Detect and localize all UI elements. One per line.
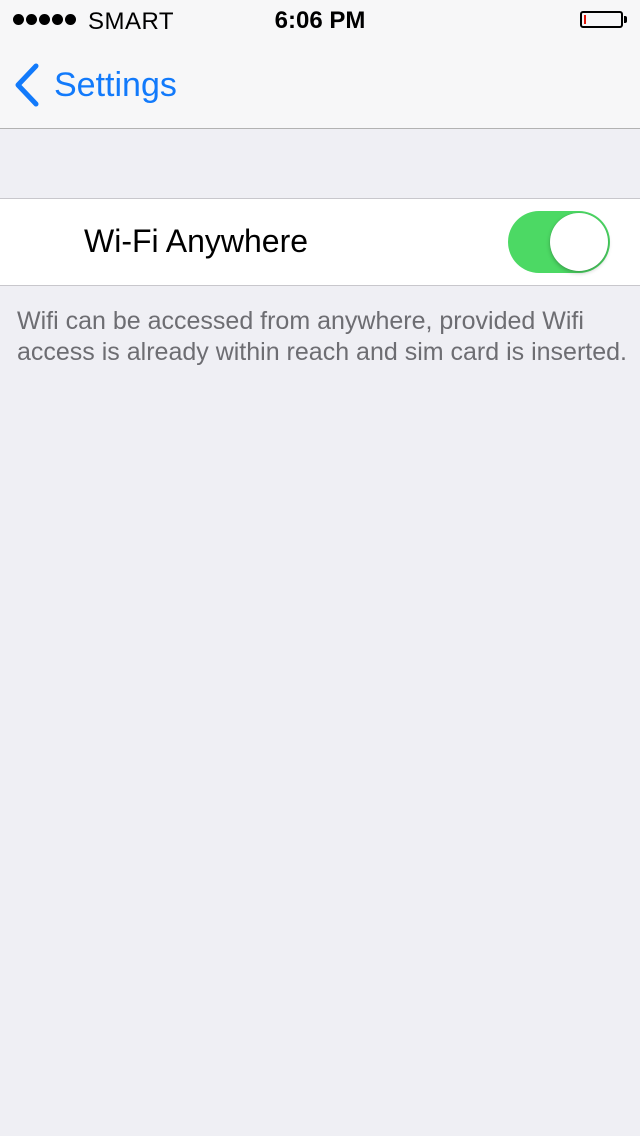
settings-footer-note: Wifi can be accessed from anywhere, prov…: [17, 307, 627, 366]
status-time: 6:06 PM: [274, 7, 366, 34]
battery-level: [584, 15, 586, 24]
navigation-bar: Settings: [0, 40, 640, 128]
back-button-label: Settings: [54, 65, 177, 104]
wifi-anywhere-label: Wi-Fi Anywhere: [84, 223, 309, 259]
settings-group: Wi-Fi Anywhere: [0, 198, 640, 286]
top-chrome: SMART 6:06 PM Settings: [0, 0, 640, 129]
wifi-anywhere-toggle[interactable]: [508, 211, 610, 273]
battery-tip: [624, 16, 627, 23]
status-bar: SMART 6:06 PM: [0, 0, 640, 40]
battery-icon: [580, 11, 623, 28]
toggle-knob: [550, 213, 608, 271]
chevron-left-icon: [15, 63, 39, 107]
back-button[interactable]: Settings: [14, 62, 177, 108]
